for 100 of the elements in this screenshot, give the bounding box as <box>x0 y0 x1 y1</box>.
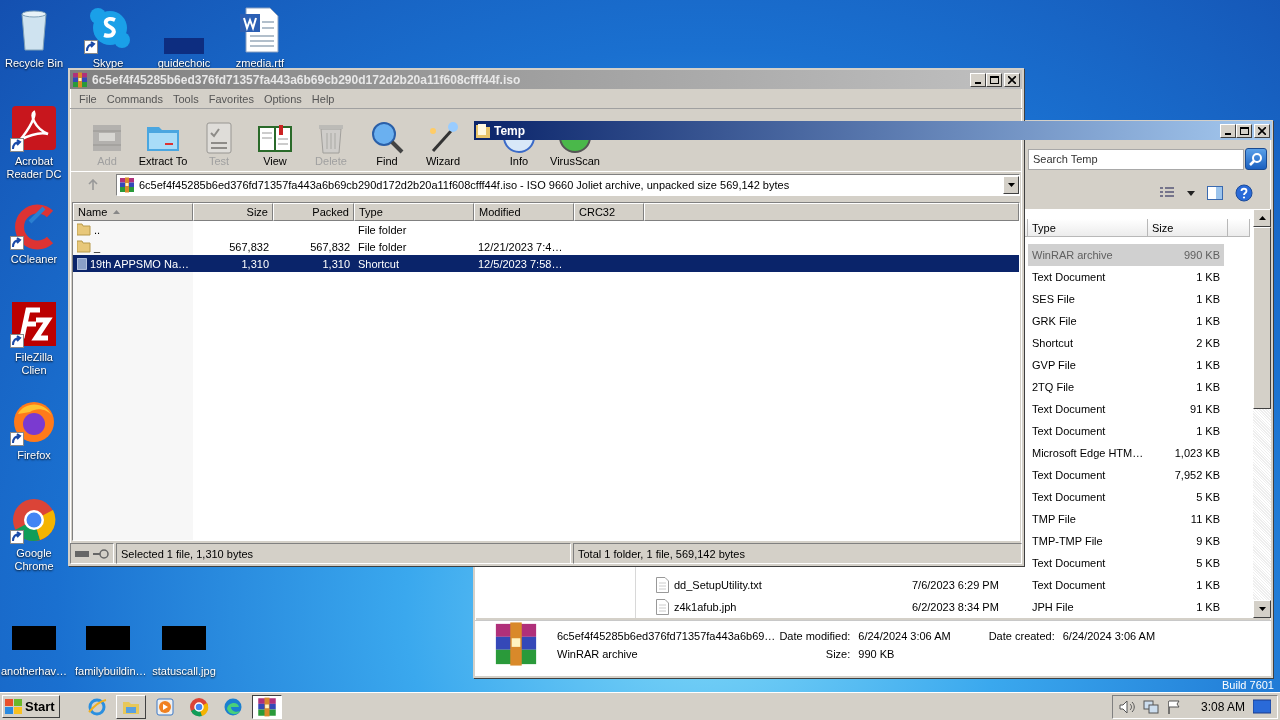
file-type[interactable]: Text Document <box>1028 574 1148 596</box>
help-button[interactable] <box>1235 184 1253 202</box>
menu-item[interactable]: Tools <box>168 92 204 105</box>
file-size[interactable]: 1 KB <box>1148 310 1224 332</box>
scroll-up-button[interactable] <box>1253 209 1271 227</box>
desktop-icon-label[interactable]: CCleaner <box>10 253 58 266</box>
file-size[interactable]: 1 KB <box>1148 596 1224 618</box>
speaker-icon[interactable] <box>1118 699 1135 714</box>
file-type[interactable]: Text Document <box>1028 420 1148 442</box>
file-size[interactable]: 2 KB <box>1148 332 1224 354</box>
toolbar-button[interactable]: Extract To <box>136 119 190 167</box>
file-size[interactable]: 9 KB <box>1148 530 1224 552</box>
dropdown-button[interactable] <box>1003 176 1019 194</box>
file-type[interactable]: Text Document <box>1028 486 1148 508</box>
desktop-icon-label[interactable]: zmedia.rtf <box>235 57 285 70</box>
desktop-icon-label[interactable]: Google Chrome <box>1 547 67 573</box>
detail-value: 990 KB <box>858 648 896 660</box>
maximize-button[interactable] <box>1236 123 1252 138</box>
play-icon[interactable] <box>154 696 175 717</box>
toolbar-button[interactable]: View <box>248 119 302 167</box>
column-header[interactable]: Type <box>354 203 474 221</box>
views-button[interactable] <box>1159 186 1175 200</box>
file-size[interactable]: 1 KB <box>1148 574 1224 596</box>
scroll-thumb[interactable] <box>1253 227 1271 409</box>
desktop-icon-label[interactable]: statuscall.jpg <box>152 665 216 678</box>
file-size[interactable]: 990 KB <box>1148 244 1224 266</box>
file-type[interactable]: 2TQ File <box>1028 376 1148 398</box>
views-dropdown[interactable] <box>1187 190 1195 196</box>
desktop-icon-label[interactable]: Acrobat Reader DC <box>1 155 67 181</box>
browser-icon[interactable] <box>222 696 243 717</box>
menu-item[interactable]: File <box>74 92 102 105</box>
address-field[interactable]: 6c5ef4f45285b6ed376fd71357fa443a6b69cb290d172d2b20a11f608cfff44f.iso - ISO 9660 Joliet archive, unpacked size 569,142 bytes <box>116 174 1020 196</box>
file-size[interactable]: 1,023 KB <box>1148 442 1224 464</box>
menu-item[interactable]: Favorites <box>203 92 259 105</box>
file-type[interactable]: Text Document <box>1028 266 1148 288</box>
file-row[interactable]: .. File folder <box>73 221 1019 238</box>
start-button[interactable]: Start <box>2 695 60 718</box>
file-row[interactable]: _ 567,832 567,832 File folder 12/21/2023 7:4… <box>73 238 1019 255</box>
file-size[interactable]: 5 KB <box>1148 552 1224 574</box>
file-size[interactable]: 1 KB <box>1148 354 1224 376</box>
file-type[interactable]: WinRAR archive <box>1028 244 1148 266</box>
search-button[interactable] <box>1245 148 1267 170</box>
file-type[interactable]: GRK File <box>1028 310 1148 332</box>
file-size[interactable]: 91 KB <box>1148 398 1224 420</box>
preview-pane-button[interactable] <box>1207 185 1223 201</box>
clock[interactable]: 3:08 AM <box>1200 699 1245 714</box>
desktop-icon-label[interactable]: Skype <box>92 57 124 70</box>
file-size[interactable]: 1 KB <box>1148 420 1224 442</box>
desktop-icon-label[interactable]: FileZilla Clien <box>1 351 67 377</box>
app-tile-icon[interactable] <box>10 300 58 348</box>
status-text: Total 1 folder, 1 file, 569,142 bytes <box>573 543 1022 564</box>
file-type[interactable]: JPH File <box>1028 596 1148 618</box>
file-type[interactable]: TMP-TMP File <box>1028 530 1148 552</box>
flag-icon[interactable] <box>1166 699 1181 714</box>
column-header[interactable]: Packed <box>273 203 354 221</box>
desktop-icon-label[interactable]: Firefox <box>17 449 51 462</box>
menu-item[interactable]: Help <box>306 92 340 105</box>
desktop-icon-label[interactable]: anotherhav… <box>1 665 67 678</box>
taskbar-button[interactable] <box>251 694 282 719</box>
file-size[interactable]: 5 KB <box>1148 486 1224 508</box>
file-name: .. <box>94 223 101 236</box>
toolbar-button[interactable]: Wizard <box>416 119 470 167</box>
column-header[interactable]: Size <box>1148 219 1228 237</box>
file-size[interactable]: 1 KB <box>1148 266 1224 288</box>
file-type[interactable]: Microsoft Edge HTM… <box>1028 442 1148 464</box>
minimize-button[interactable] <box>1220 123 1236 138</box>
desktop-icon-label[interactable]: guidechoic <box>157 57 211 70</box>
desktop-icon-label[interactable]: Recycle Bin <box>4 57 64 70</box>
toolbar-button[interactable]: Find <box>360 119 414 167</box>
file-type[interactable]: Shortcut <box>1028 332 1148 354</box>
file-type[interactable]: Text Document <box>1028 464 1148 486</box>
browser-icon[interactable] <box>188 696 209 717</box>
show-desktop-button[interactable] <box>1253 698 1271 715</box>
network-icon[interactable] <box>1142 699 1159 714</box>
menu-item[interactable]: Commands <box>101 92 168 105</box>
file-type[interactable]: SES File <box>1028 288 1148 310</box>
search-field[interactable]: Search Temp <box>1028 148 1244 170</box>
file-size: 1,310 <box>241 257 269 270</box>
browser-icon[interactable] <box>10 496 58 544</box>
file-size[interactable]: 11 KB <box>1148 508 1224 530</box>
column-header[interactable]: CRC32 <box>574 203 644 221</box>
file-type[interactable]: Text Document <box>1028 398 1148 420</box>
column-header[interactable]: Name <box>73 203 193 221</box>
column-header[interactable]: Size <box>193 203 273 221</box>
file-type[interactable]: Text Document <box>1028 552 1148 574</box>
file-row[interactable]: 19th APPSMO Na… 1,310 1,310 Shortcut 12/5/2023 7:58… <box>73 255 1019 272</box>
app-tile-icon[interactable] <box>10 104 58 152</box>
scroll-down-button[interactable] <box>1253 600 1271 618</box>
file-size[interactable]: 7,952 KB <box>1148 464 1224 486</box>
column-header[interactable]: Modified <box>474 203 574 221</box>
sort-arrow-icon <box>113 210 121 214</box>
close-button[interactable] <box>1254 123 1270 138</box>
file-name: z4k1afub.jph <box>674 601 737 613</box>
column-header[interactable]: Type <box>1028 219 1148 237</box>
file-type[interactable]: TMP File <box>1028 508 1148 530</box>
file-size[interactable]: 1 KB <box>1148 288 1224 310</box>
scrollbar[interactable] <box>1253 209 1271 618</box>
file-type[interactable]: GVP File <box>1028 354 1148 376</box>
file-size[interactable]: 1 KB <box>1148 376 1224 398</box>
menu-item[interactable]: Options <box>258 92 307 105</box>
